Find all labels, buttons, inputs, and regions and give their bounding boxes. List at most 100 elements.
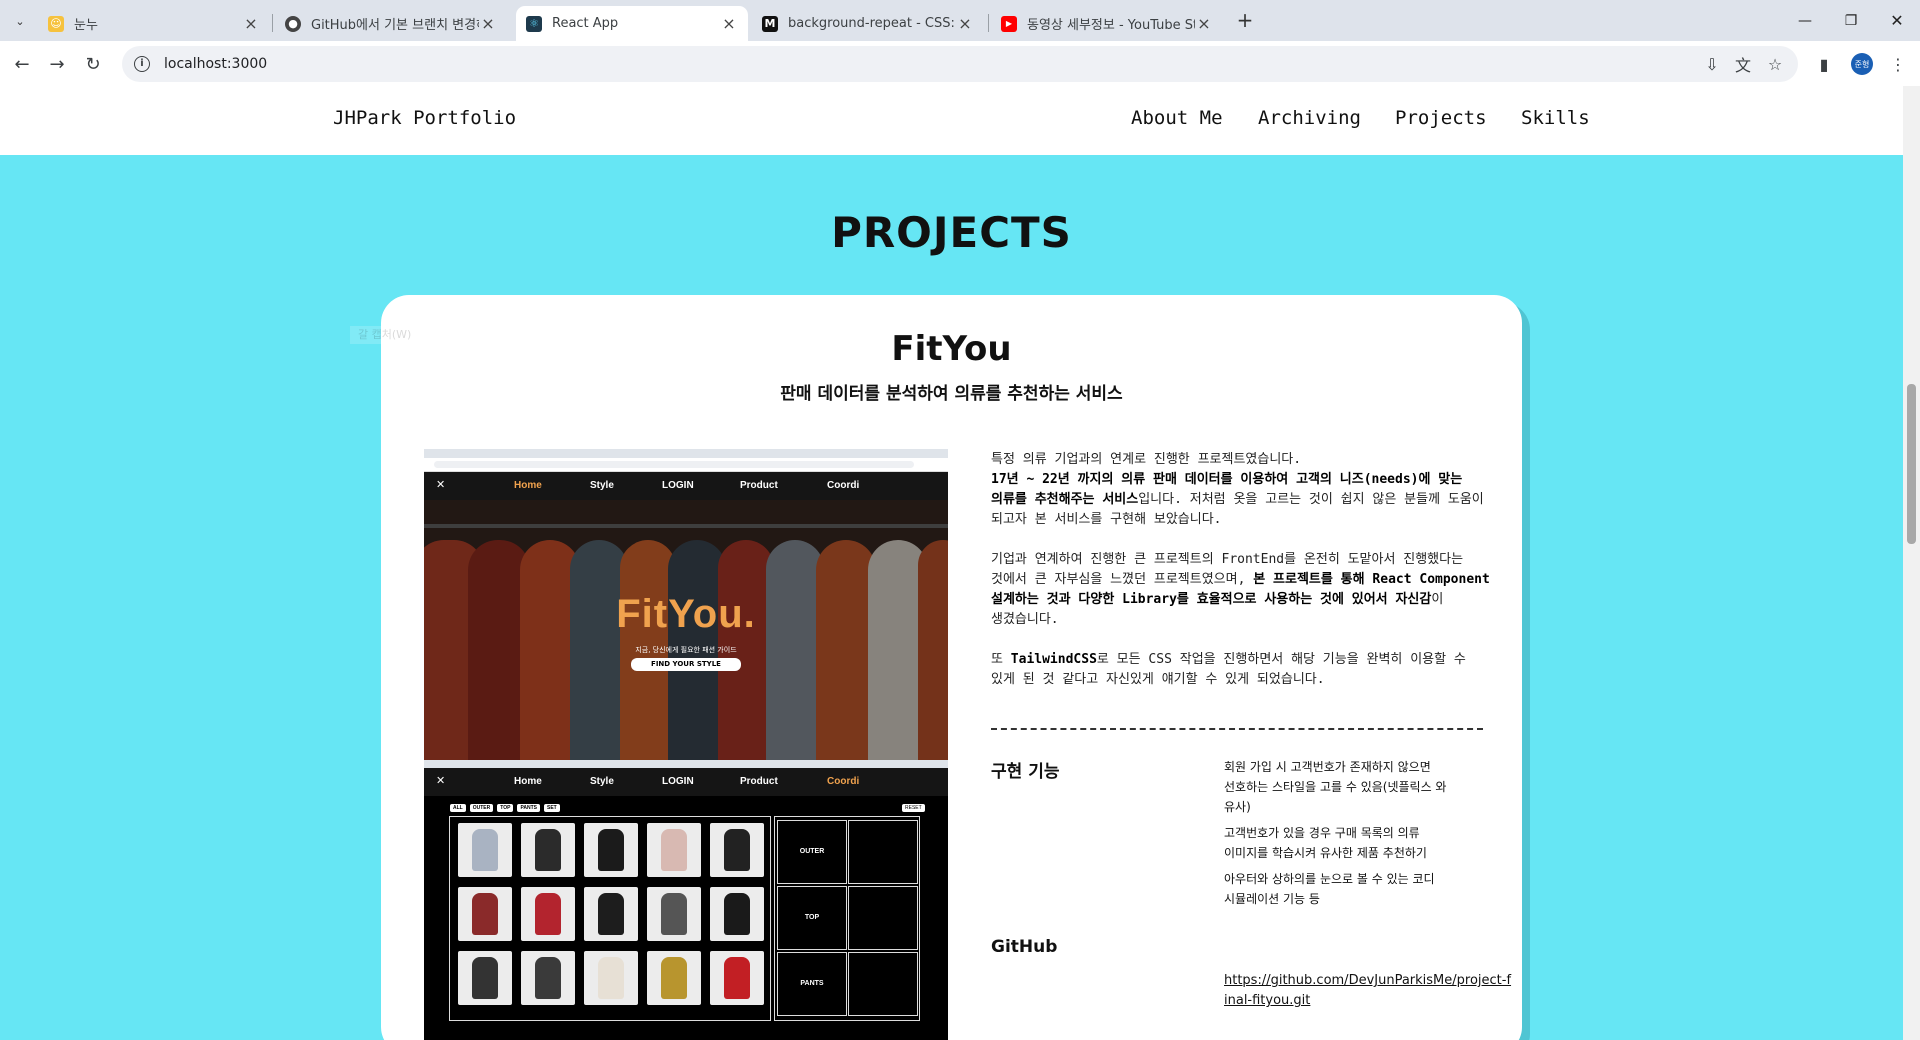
- restore-window-icon[interactable]: ❐: [1828, 0, 1874, 41]
- hero-logo: FitYou.: [616, 592, 756, 636]
- browser-tab-1[interactable]: ☺ 눈누 ×: [38, 6, 270, 41]
- mini-nav-login: LOGIN: [662, 776, 694, 787]
- tab-divider: [988, 14, 989, 32]
- mini-close-icon: ✕: [436, 478, 446, 491]
- github-favicon-icon: ●: [285, 15, 301, 32]
- close-tab-icon[interactable]: ×: [1195, 14, 1213, 33]
- slot-pants: PANTS: [777, 952, 847, 1016]
- browser-tab-active[interactable]: ⚛ React App ×: [516, 6, 748, 41]
- browser-tab-2[interactable]: ● GitHub에서 기본 브랜치 변경하 ×: [275, 6, 507, 41]
- nav-archiving[interactable]: Archiving: [1258, 107, 1361, 129]
- nav-skills[interactable]: Skills: [1521, 107, 1590, 129]
- close-tab-icon[interactable]: ×: [956, 14, 974, 33]
- slot-top: TOP: [777, 886, 847, 950]
- project-description-1: 특정 의류 기업과의 연계로 진행한 프로젝트였습니다. 17년 ~ 22년 까지…: [991, 450, 1491, 530]
- screenshot-bottom-strip: [424, 1035, 948, 1040]
- forward-arrow-icon[interactable]: →: [43, 50, 71, 78]
- side-panel-icon[interactable]: ▮: [1812, 52, 1836, 76]
- browser-tab-strip: ⌄ ☺ 눈누 × ● GitHub에서 기본 브랜치 변경하 × ⚛ React…: [0, 0, 1920, 41]
- slot-label: PANTS: [800, 980, 824, 987]
- browser-tab-4[interactable]: M background-repeat - CSS: Cas ×: [752, 6, 984, 41]
- mini-nav-bar-2: ✕ Home Style LOGIN Product Coordi: [424, 768, 948, 796]
- tab-title: GitHub에서 기본 브랜치 변경하: [311, 18, 479, 33]
- github-heading: GitHub: [991, 937, 1058, 957]
- site-brand[interactable]: JHPark Portfolio: [333, 107, 516, 129]
- slot-empty: [848, 952, 918, 1016]
- slot-outer: OUTER: [777, 820, 847, 884]
- coordi-slots: OUTER TOP PANTS: [774, 816, 920, 1021]
- back-arrow-icon[interactable]: ←: [8, 50, 36, 78]
- slot-empty: [848, 886, 918, 950]
- tab-title: React App: [552, 16, 619, 31]
- character-favicon-icon: ☺: [48, 15, 64, 32]
- react-favicon-icon: ⚛: [526, 15, 542, 32]
- project-subtitle: 판매 데이터를 분석하여 의류를 추천하는 서비스: [780, 384, 1123, 404]
- minimize-icon[interactable]: —: [1782, 0, 1828, 41]
- project-description-2: 기업과 연계하여 진행한 큰 프로젝트의 FrontEnd를 온전히 도맡아서 …: [991, 550, 1491, 630]
- feature-item: 회원 가입 시 고객번호가 존재하지 않으면 선호하는 스타일을 고를 수 있음…: [1224, 760, 1447, 814]
- page-scrollbar[interactable]: [1903, 86, 1920, 1040]
- translate-icon[interactable]: 文: [1731, 52, 1755, 76]
- site-info-icon[interactable]: i: [134, 56, 150, 72]
- close-tab-icon[interactable]: ×: [720, 14, 738, 33]
- tab-title: 눈누: [74, 18, 98, 33]
- slot-label: TOP: [804, 914, 820, 921]
- bookmark-star-icon[interactable]: ☆: [1763, 52, 1787, 76]
- dashed-divider: [991, 728, 1483, 730]
- youtube-favicon-icon: ▶: [1001, 15, 1017, 32]
- reload-icon[interactable]: ↻: [79, 50, 107, 78]
- project-title: FitYou: [891, 329, 1012, 369]
- features-heading: 구현 기능: [991, 762, 1060, 782]
- coordi-filters: ALL OUTER TOP PANTS SET: [450, 804, 560, 812]
- install-app-icon[interactable]: ⇩: [1700, 52, 1724, 76]
- page-viewport: JHPark Portfolio About Me Archiving Proj…: [0, 86, 1920, 1040]
- close-tab-icon[interactable]: ×: [479, 14, 497, 33]
- address-bar[interactable]: i localhost:3000: [122, 46, 1798, 82]
- coordi-page: ✕ Home Style LOGIN Product Coordi ALL OU…: [424, 768, 948, 1035]
- feature-item: 아우터와 상하의를 눈으로 볼 수 있는 코디 시뮬레이션 기능 등: [1224, 872, 1435, 906]
- mini-close-icon: ✕: [436, 774, 446, 787]
- mini-nav-style: Style: [590, 480, 614, 491]
- feature-item: 고객번호가 있을 경우 구매 목록의 의류 이미지를 학습시켜 유사한 제품 추…: [1224, 826, 1427, 860]
- mdn-favicon-icon: M: [762, 15, 778, 32]
- mini-nav-home: Home: [514, 776, 542, 787]
- desc-text: 특정 의류 기업과의 연계로 진행한 프로젝트였습니다.: [991, 452, 1302, 467]
- section-title: PROJECTS: [831, 208, 1072, 257]
- site-header: JHPark Portfolio About Me Archiving Proj…: [0, 86, 1903, 155]
- github-link[interactable]: https://github.com/DevJunParkisMe/projec…: [1224, 971, 1514, 1011]
- tab-search-chevron-icon[interactable]: ⌄: [8, 9, 32, 33]
- mini-nav-home: Home: [514, 480, 542, 491]
- browser-toolbar: ← → ↻ i localhost:3000 ⇩ 文 ☆ ▮ 준형 ⋮: [0, 41, 1920, 86]
- project-description-3: 또 TailwindCSS로 모든 CSS 작업을 진행하면서 해당 기능을 완…: [991, 650, 1491, 690]
- close-tab-icon[interactable]: ×: [242, 14, 260, 33]
- hero-image: FitYou. 지금, 당신에게 필요한 패션 가이드 FIND YOUR ST…: [424, 500, 948, 760]
- mini-nav-coordi: Coordi: [827, 776, 860, 787]
- tab-divider: [272, 14, 273, 32]
- address-url[interactable]: localhost:3000: [164, 56, 267, 72]
- hero-cta-button: FIND YOUR STYLE: [631, 658, 741, 671]
- tab-title: background-repeat - CSS: Cas: [788, 16, 956, 31]
- mini-nav-login: LOGIN: [662, 480, 694, 491]
- filter-chip: PANTS: [517, 804, 541, 812]
- mini-nav-product: Product: [740, 480, 778, 491]
- more-menu-icon[interactable]: ⋮: [1886, 52, 1910, 76]
- product-grid: [449, 816, 771, 1021]
- nav-projects[interactable]: Projects: [1395, 107, 1487, 129]
- slot-label: OUTER: [799, 848, 825, 855]
- nav-about-me[interactable]: About Me: [1131, 107, 1223, 129]
- filter-chip: ALL: [450, 804, 466, 812]
- new-tab-plus-icon[interactable]: +: [1233, 8, 1257, 32]
- filter-chip: OUTER: [469, 804, 494, 812]
- slot-empty: [848, 820, 918, 884]
- profile-avatar[interactable]: 준형: [1851, 53, 1873, 75]
- close-window-icon[interactable]: ✕: [1874, 0, 1920, 41]
- desc-bold: TailwindCSS: [1010, 652, 1097, 667]
- scrollbar-thumb[interactable]: [1907, 384, 1916, 544]
- project-screenshot: ✕ Home Style LOGIN Product Coordi FitYou…: [424, 449, 948, 1040]
- faint-overlay-label: 갈 캡처(W): [350, 326, 528, 344]
- filter-chip: TOP: [497, 804, 514, 812]
- desc-text: 또: [991, 652, 1011, 667]
- browser-tab-5[interactable]: ▶ 동영상 세부정보 - YouTube Stu ×: [991, 6, 1223, 41]
- mini-nav-coordi: Coordi: [827, 480, 860, 491]
- mini-nav-style: Style: [590, 776, 614, 787]
